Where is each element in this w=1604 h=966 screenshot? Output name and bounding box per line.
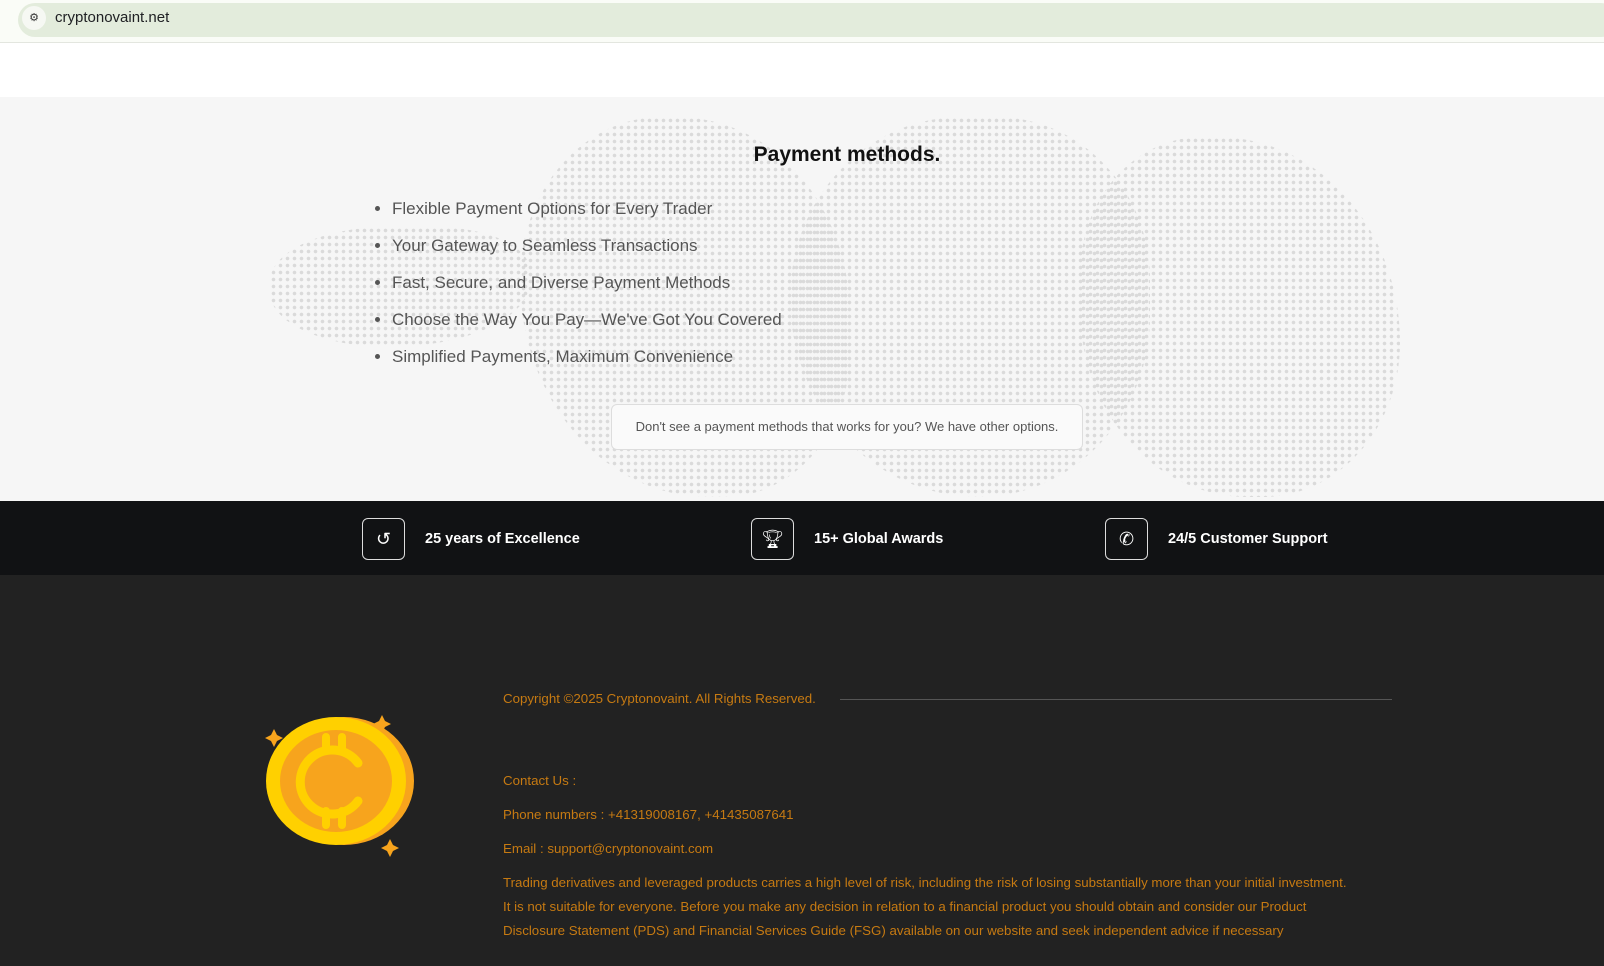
other-options-button[interactable]: Don't see a payment methods that works f… <box>611 404 1083 450</box>
feature-label: 15+ Global Awards <box>814 531 944 547</box>
list-item: Fast, Secure, and Diverse Payment Method… <box>392 264 782 301</box>
list-item: Simplified Payments, Maximum Convenience <box>392 338 782 375</box>
url-field[interactable] <box>18 3 1604 37</box>
payment-features-list: Flexible Payment Options for Every Trade… <box>392 190 782 375</box>
trophy-icon: 🏆︎ <box>751 518 794 560</box>
coin-logo <box>265 715 414 857</box>
browser-address-bar: ⚙ cryptonovaint.net <box>0 0 1604 43</box>
features-band: ↺ 25 years of Excellence 🏆︎ 15+ Global A… <box>0 501 1604 575</box>
disclaimer-line: Trading derivatives and leveraged produc… <box>503 875 1347 890</box>
feature-support: ✆ 24/5 Customer Support <box>1105 518 1328 560</box>
copyright: Copyright ©2025 Cryptonovaint. All Right… <box>503 691 816 706</box>
phone-icon: ✆ <box>1105 518 1148 560</box>
phone-numbers: Phone numbers : +41319008167, +414350876… <box>503 807 794 822</box>
divider <box>840 699 1392 700</box>
disclaimer-line: It is not suitable for everyone. Before … <box>503 899 1307 914</box>
contact-heading: Contact Us : <box>503 773 577 788</box>
footer: Copyright ©2025 Cryptonovaint. All Right… <box>0 575 1604 966</box>
email[interactable]: Email : support@cryptonovaint.com <box>503 841 713 856</box>
page-title: Payment methods. <box>753 143 941 166</box>
list-item: Your Gateway to Seamless Transactions <box>392 227 782 264</box>
feature-label: 25 years of Excellence <box>425 531 580 547</box>
feature-label: 24/5 Customer Support <box>1168 531 1328 547</box>
feature-excellence: ↺ 25 years of Excellence <box>362 518 580 560</box>
url-text[interactable]: cryptonovaint.net <box>55 9 169 26</box>
disclaimer-line: Disclosure Statement (PDS) and Financial… <box>503 923 1284 938</box>
history-icon: ↺ <box>362 518 405 560</box>
payment-methods-section: Payment methods. Flexible Payment Option… <box>0 97 1604 501</box>
list-item: Choose the Way You Pay—We've Got You Cov… <box>392 301 782 338</box>
list-item: Flexible Payment Options for Every Trade… <box>392 190 782 227</box>
feature-awards: 🏆︎ 15+ Global Awards <box>751 518 943 560</box>
world-map-dots <box>1080 137 1400 497</box>
tune-icon[interactable]: ⚙ <box>22 6 46 30</box>
